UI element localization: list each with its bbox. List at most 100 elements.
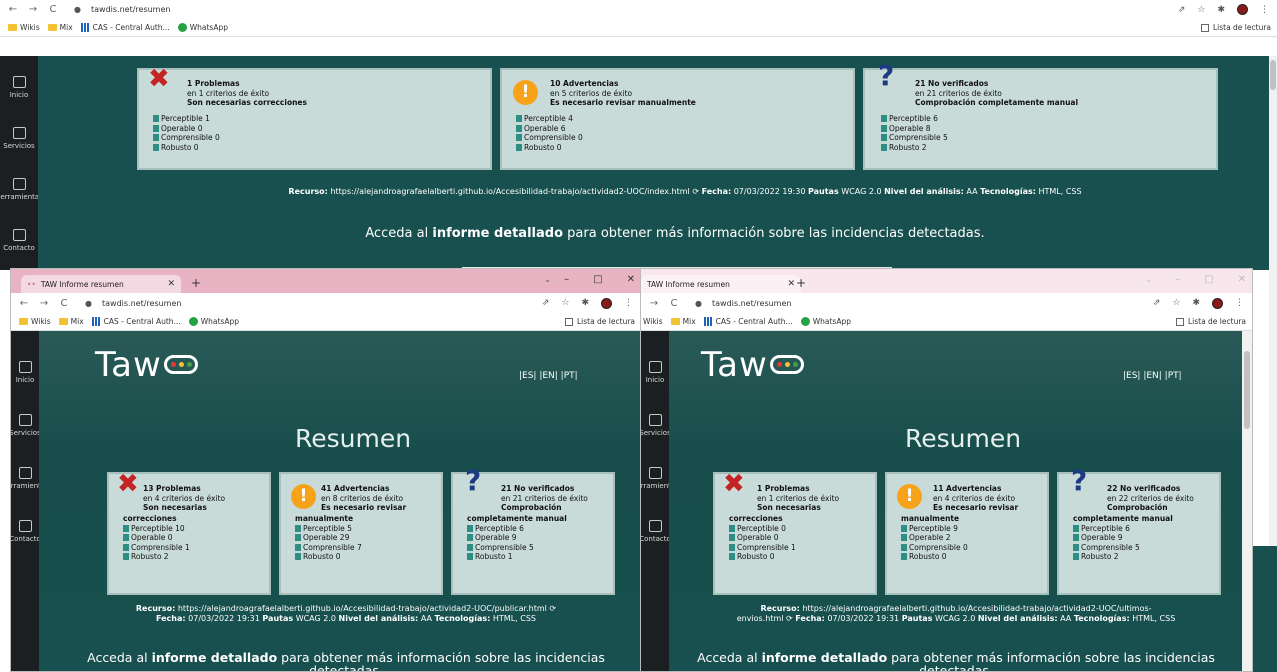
language-switcher[interactable]: |ES| |EN| |PT| xyxy=(1123,371,1182,381)
card-item[interactable]: Comprensible 1 xyxy=(729,543,796,553)
card-item[interactable]: Operable 6 xyxy=(516,124,583,134)
card-item[interactable]: Robusto 0 xyxy=(153,143,220,153)
refresh-icon[interactable]: ⟳ xyxy=(786,614,793,623)
reading-list-button[interactable]: Lista de lectura xyxy=(1175,317,1246,326)
card-item[interactable]: Comprensible 7 xyxy=(295,543,362,553)
scrollbar[interactable] xyxy=(1269,56,1277,546)
menu-icon[interactable]: ⋮ xyxy=(1235,298,1244,308)
tab-taw-summary[interactable]: •• TAW Informe resumen ✕ xyxy=(21,275,181,293)
reading-list-button[interactable]: Lista de lectura xyxy=(564,317,635,326)
back-icon[interactable]: ← xyxy=(8,4,18,15)
card-item[interactable]: Comprensible 5 xyxy=(467,543,567,553)
card-item[interactable]: Operable 2 xyxy=(901,533,968,543)
card-item[interactable]: Perceptible 0 xyxy=(729,524,796,534)
extensions-icon[interactable]: ✱ xyxy=(581,298,589,308)
card-item[interactable]: Robusto 0 xyxy=(295,552,362,562)
close-window-button[interactable]: ✕ xyxy=(1238,274,1246,285)
bookmark-mix[interactable]: Mix xyxy=(47,23,73,32)
tab-taw-summary[interactable]: TAW Informe resumen ✕ xyxy=(641,275,801,293)
bookmark-cas[interactable]: CAS - Central Auth... xyxy=(703,317,793,326)
profile-avatar[interactable] xyxy=(601,297,612,309)
sidebar-item-inicio[interactable]: Inicio xyxy=(11,361,39,384)
bookmark-wikis[interactable]: Wikis xyxy=(19,317,51,326)
card-item[interactable]: Comprensible 5 xyxy=(881,133,948,143)
card-item[interactable]: Operable 8 xyxy=(881,124,948,134)
card-item[interactable]: Perceptible 6 xyxy=(1073,524,1173,534)
bookmark-wikis[interactable]: Wikis xyxy=(643,317,663,326)
bookmark-star-icon[interactable]: ☆ xyxy=(1172,298,1180,308)
bookmark-whatsapp[interactable]: WhatsApp xyxy=(177,23,228,32)
reading-list-button[interactable]: Lista de lectura xyxy=(1200,23,1271,32)
card-item[interactable]: Perceptible 9 xyxy=(901,524,968,534)
card-item[interactable]: Operable 9 xyxy=(1073,533,1173,543)
forward-icon[interactable]: → xyxy=(28,4,38,15)
card-item[interactable]: Operable 29 xyxy=(295,533,362,543)
sidebar-item-servicios[interactable]: Servicios xyxy=(641,414,669,437)
refresh-icon[interactable]: ⟳ xyxy=(549,604,556,613)
tab-search-chevron-icon[interactable]: ⌄ xyxy=(544,275,551,284)
scrollbar-thumb[interactable] xyxy=(1244,351,1250,429)
close-window-button[interactable]: ✕ xyxy=(627,274,635,285)
address-bar[interactable]: → C ● tawdis.net/resumen ⇗ ☆ ✱ ⋮ xyxy=(641,293,1252,313)
sidebar-item-herramientas[interactable]: Herramientas xyxy=(0,178,43,201)
sidebar-item-servicios[interactable]: Servicios xyxy=(11,414,41,437)
sidebar-item-contacto[interactable]: Contacto xyxy=(641,520,669,543)
card-item[interactable]: Operable 0 xyxy=(123,533,190,543)
card-item[interactable]: Perceptible 6 xyxy=(467,524,567,534)
back-icon[interactable]: ← xyxy=(19,298,29,309)
bookmark-cas[interactable]: CAS - Central Auth... xyxy=(91,317,181,326)
forward-icon[interactable]: → xyxy=(39,298,49,309)
bookmark-whatsapp[interactable]: WhatsApp xyxy=(800,317,851,326)
resource-url-cont[interactable]: envios.html xyxy=(737,614,784,623)
resource-url[interactable]: https://alejandroagrafaelalberti.github.… xyxy=(178,604,547,613)
maximize-button[interactable]: □ xyxy=(593,274,602,285)
url-text[interactable]: tawdis.net/resumen xyxy=(712,299,791,308)
bookmark-whatsapp[interactable]: WhatsApp xyxy=(188,317,239,326)
card-item[interactable]: Robusto 0 xyxy=(516,143,583,153)
url-text[interactable]: tawdis.net/resumen xyxy=(91,5,170,14)
tab-search-chevron-icon[interactable]: ⌄ xyxy=(1145,275,1152,284)
taw-logo[interactable]: Taw xyxy=(95,345,198,385)
card-item[interactable]: Operable 0 xyxy=(153,124,220,134)
card-item[interactable]: Robusto 1 xyxy=(467,552,567,562)
extensions-icon[interactable]: ✱ xyxy=(1192,298,1200,308)
detailed-report-link[interactable]: informe detallado xyxy=(432,226,563,241)
address-bar[interactable]: ← → C ● tawdis.net/resumen ⇗ ☆ ✱ ⋮ xyxy=(11,293,641,313)
card-item[interactable]: Perceptible 4 xyxy=(516,114,583,124)
detailed-report-link[interactable]: informe detallado xyxy=(152,650,278,665)
card-item[interactable]: Operable 0 xyxy=(729,533,796,543)
maximize-button[interactable]: □ xyxy=(1204,274,1213,285)
bookmark-mix[interactable]: Mix xyxy=(670,317,696,326)
scrollbar-thumb[interactable] xyxy=(1270,60,1276,90)
extensions-icon[interactable]: ✱ xyxy=(1217,5,1225,15)
reload-icon[interactable]: C xyxy=(669,298,679,309)
sidebar-item-contacto[interactable]: Contacto xyxy=(11,520,41,543)
sidebar-item-contacto[interactable]: Contacto xyxy=(0,229,38,252)
url-text[interactable]: tawdis.net/resumen xyxy=(102,299,181,308)
card-item[interactable]: Robusto 2 xyxy=(881,143,948,153)
reload-icon[interactable]: C xyxy=(48,4,58,15)
address-bar[interactable]: ← → C ● tawdis.net/resumen ⇗ ☆ ✱ ⋮ xyxy=(0,0,1277,19)
share-icon[interactable]: ⇗ xyxy=(1178,5,1186,15)
sidebar-item-servicios[interactable]: Servicios xyxy=(0,127,38,150)
menu-icon[interactable]: ⋮ xyxy=(1260,5,1269,15)
detailed-report-link[interactable]: informe detallado xyxy=(762,650,888,665)
card-item[interactable]: Robusto 0 xyxy=(901,552,968,562)
card-item[interactable]: Robusto 0 xyxy=(729,552,796,562)
share-icon[interactable]: ⇗ xyxy=(542,298,550,308)
card-item[interactable]: Comprensible 1 xyxy=(123,543,190,553)
share-icon[interactable]: ⇗ xyxy=(1153,298,1161,308)
resource-url[interactable]: https://alejandroagrafaelalberti.github.… xyxy=(802,604,1151,613)
scrollbar[interactable] xyxy=(1242,331,1252,671)
card-item[interactable]: Comprensible 0 xyxy=(153,133,220,143)
taw-logo[interactable]: Taw xyxy=(701,345,804,385)
card-item[interactable]: Robusto 2 xyxy=(123,552,190,562)
card-item[interactable]: Comprensible 0 xyxy=(901,543,968,553)
refresh-icon[interactable]: ⟳ xyxy=(692,187,699,196)
menu-icon[interactable]: ⋮ xyxy=(624,298,633,308)
card-item[interactable]: Perceptible 6 xyxy=(881,114,948,124)
tab-close-icon[interactable]: ✕ xyxy=(167,279,175,289)
minimize-button[interactable]: – xyxy=(564,274,569,285)
profile-avatar[interactable] xyxy=(1212,297,1223,309)
bookmark-star-icon[interactable]: ☆ xyxy=(1197,5,1205,15)
